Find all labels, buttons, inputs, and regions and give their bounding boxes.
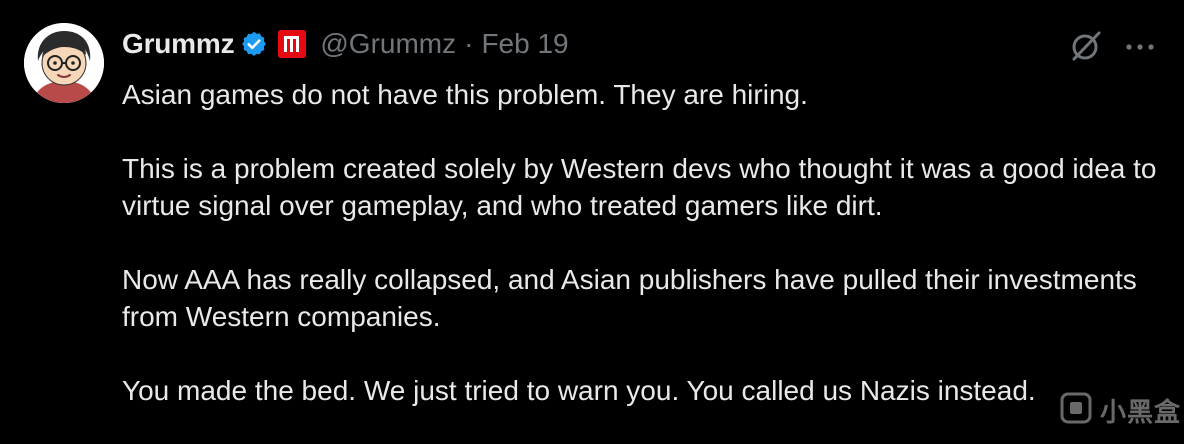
separator-dot: · <box>464 28 474 59</box>
tweet-paragraph: This is a problem created solely by West… <box>122 153 1157 221</box>
verified-check-icon[interactable] <box>240 30 268 58</box>
tweet-paragraph: You made the bed. We just tried to warn … <box>122 375 1036 406</box>
tweet-date[interactable]: Feb 19 <box>481 28 568 60</box>
author-handle[interactable]: @Grummz <box>320 28 456 60</box>
red-affiliate-badge-icon[interactable] <box>278 30 307 58</box>
watermark: 小黑盒 <box>1058 388 1181 432</box>
watermark-text: 小黑盒 <box>1100 396 1182 427</box>
more-dots-icon[interactable] <box>1124 40 1156 52</box>
grok-icon[interactable] <box>1068 28 1104 64</box>
tweet-card[interactable]: Grummz @Grummz · Feb 19 Asian games do n… <box>0 0 1184 444</box>
heybox-logo-icon <box>1058 390 1094 431</box>
tweet-text: Asian games do not have this problem. Th… <box>122 76 1162 409</box>
tweet-paragraph: Asian games do not have this problem. Th… <box>122 79 808 110</box>
display-name[interactable]: Grummz <box>122 28 235 60</box>
tweet-paragraph: Now AAA has really collapsed, and Asian … <box>122 264 1137 332</box>
tweet-header: Grummz @Grummz · Feb 19 <box>122 22 569 66</box>
cartoon-avatar-icon <box>24 23 104 103</box>
avatar[interactable] <box>24 23 104 103</box>
